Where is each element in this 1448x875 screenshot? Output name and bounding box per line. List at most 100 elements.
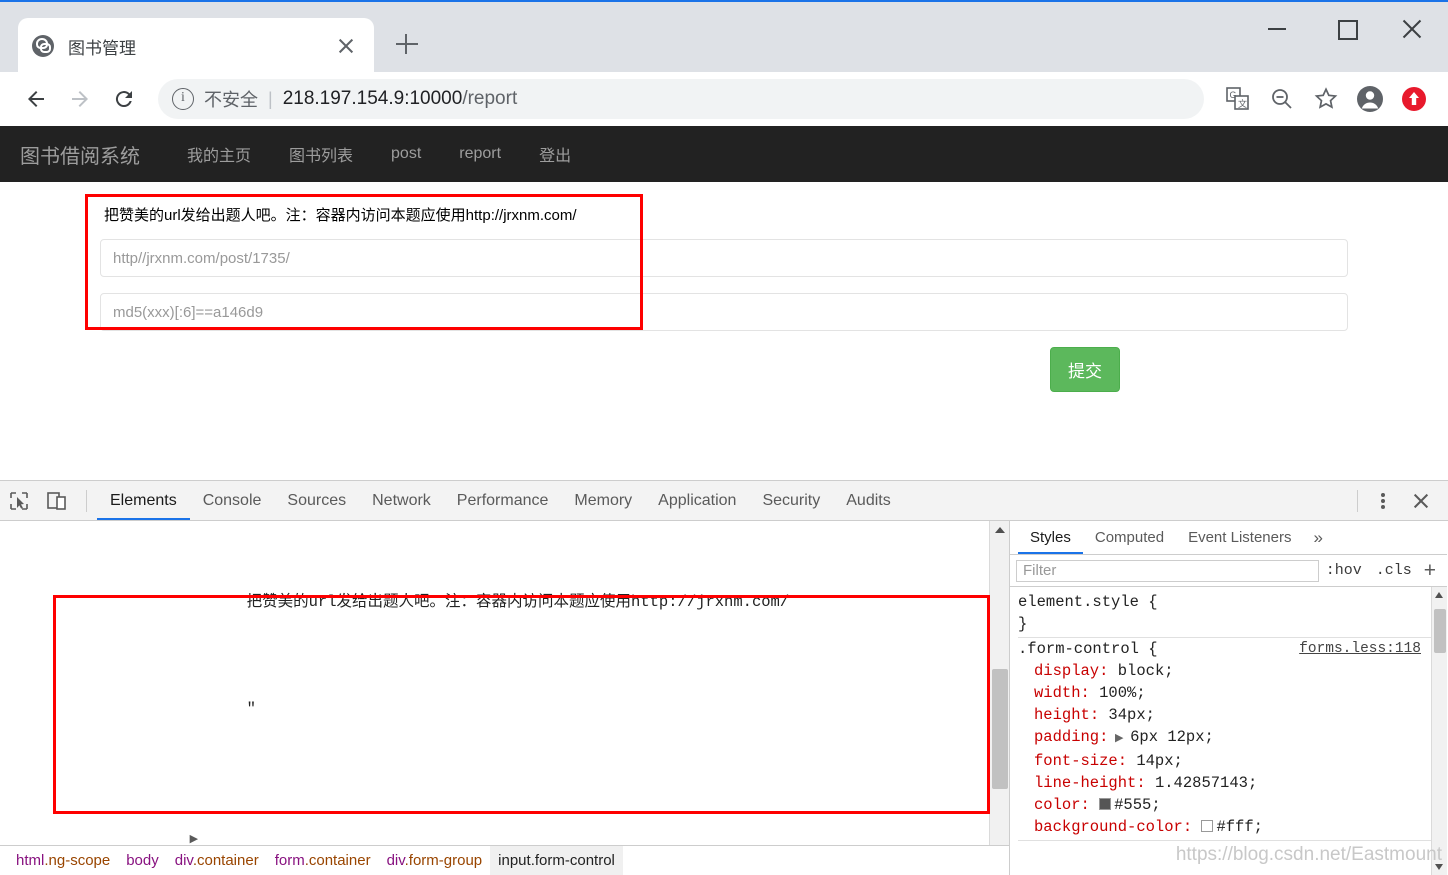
declaration-color[interactable]: color: #555; (1018, 794, 1447, 816)
address-bar[interactable]: 不安全 | 218.197.154.9:10000/report (158, 79, 1204, 119)
styles-scroll-down-icon[interactable] (1432, 859, 1447, 875)
declaration-height[interactable]: height: 34px; (1018, 704, 1447, 726)
scroll-up-arrow-icon[interactable] (990, 521, 1009, 539)
right-divider (1357, 490, 1358, 512)
devtools-close-icon[interactable] (1404, 486, 1438, 516)
tab-application[interactable]: Application (645, 481, 749, 520)
url-input[interactable] (100, 239, 1348, 277)
prop-name: color (1034, 796, 1081, 814)
declaration-background-color[interactable]: background-color: #fff; (1018, 816, 1447, 838)
window-maximize-button[interactable] (1312, 2, 1380, 56)
tab-sources[interactable]: Sources (274, 481, 359, 520)
styles-tabbar: Styles Computed Event Listeners » (1010, 521, 1447, 555)
browser-tab[interactable]: 图书管理 (18, 18, 374, 74)
tab-network[interactable]: Network (359, 481, 444, 520)
dom-tree-scrollbar[interactable] (989, 521, 1009, 875)
declaration-display[interactable]: display: block; (1018, 660, 1447, 682)
profile-avatar-icon[interactable] (1350, 79, 1390, 119)
rule-form-control[interactable]: forms.less:118 .form-control { display: … (1018, 638, 1447, 841)
tab-styles[interactable]: Styles (1018, 521, 1083, 554)
code-input[interactable] (100, 293, 1348, 331)
breadcrumb: html.ng-scope body div.container form.co… (0, 845, 1010, 875)
submit-button[interactable]: 提交 (1050, 347, 1120, 392)
crumb-class: .container (305, 852, 371, 869)
window-minimize-button[interactable] (1244, 2, 1312, 56)
back-button[interactable] (14, 77, 58, 121)
devtools-toolbar-right (1347, 486, 1448, 516)
tab-close-icon[interactable] (332, 32, 360, 60)
prop-name: height (1034, 706, 1090, 724)
dom-text-node-quote-line[interactable]: " (0, 678, 1009, 743)
breadcrumb-item-body[interactable]: body (118, 846, 167, 875)
tab-performance[interactable]: Performance (444, 481, 562, 520)
expand-shorthand-icon[interactable]: ▶ (1108, 733, 1130, 745)
prop-value: #555; (1114, 796, 1161, 814)
declaration-font-size[interactable]: font-size: 14px; (1018, 750, 1447, 772)
nav-link-post[interactable]: post (372, 145, 440, 163)
extension-icon[interactable] (1394, 79, 1434, 119)
color-swatch[interactable] (1201, 820, 1213, 832)
scrollbar-thumb[interactable] (992, 669, 1008, 789)
device-toolbar-icon[interactable] (38, 482, 76, 520)
crumb-class: .form-group (405, 852, 483, 869)
style-source-link[interactable]: forms.less:118 (1299, 638, 1447, 660)
new-tab-button[interactable] (392, 29, 422, 59)
tab-elements[interactable]: Elements (97, 481, 190, 520)
prop-value: block; (1118, 662, 1174, 680)
tab-audits[interactable]: Audits (833, 481, 903, 520)
address-separator: | (268, 89, 273, 110)
reload-button[interactable] (102, 77, 146, 121)
hov-toggle[interactable]: :hov (1319, 562, 1369, 579)
cls-toggle[interactable]: .cls (1369, 562, 1419, 579)
declaration-padding[interactable]: padding: ▶ 6px 12px; (1018, 726, 1447, 750)
styles-scroll-up-icon[interactable] (1432, 587, 1447, 603)
tab-computed[interactable]: Computed (1083, 521, 1176, 554)
nav-link-home[interactable]: 我的主页 (168, 142, 270, 166)
site-info-icon[interactable] (172, 88, 194, 110)
tab-event-listeners[interactable]: Event Listeners (1176, 521, 1303, 554)
rule-element-style[interactable]: element.style { } (1018, 591, 1447, 638)
browser-titlebar: 图书管理 (0, 0, 1448, 72)
dom-tree: 把赞美的url发给出题人吧。注：容器内访问本题应使用http://jrxnm.c… (0, 521, 1009, 875)
nav-link-logout[interactable]: 登出 (520, 142, 590, 166)
translate-icon[interactable]: G 文 (1218, 79, 1258, 119)
declaration-width[interactable]: width: 100%; (1018, 682, 1447, 704)
breadcrumb-item-div-formgroup[interactable]: div.form-group (379, 846, 491, 875)
color-swatch[interactable] (1099, 798, 1111, 810)
window-controls (1244, 2, 1448, 56)
zoom-out-icon[interactable] (1262, 79, 1302, 119)
tab-memory[interactable]: Memory (561, 481, 645, 520)
nav-link-booklist[interactable]: 图书列表 (270, 142, 372, 166)
breadcrumb-item-html[interactable]: html.ng-scope (8, 846, 118, 875)
element-style-close: } (1018, 613, 1447, 635)
styles-filter-input[interactable] (1016, 560, 1319, 582)
breadcrumb-item-input-formcontrol[interactable]: input.form-control (490, 846, 623, 875)
security-status-label: 不安全 (204, 86, 258, 112)
new-style-rule-button[interactable]: + (1419, 559, 1441, 583)
tab-console[interactable]: Console (190, 481, 275, 520)
globe-favicon-icon (32, 35, 54, 57)
devtools-tabbar: Elements Console Sources Network Perform… (0, 481, 1448, 521)
breadcrumb-item-form-container[interactable]: form.container (267, 846, 379, 875)
crumb-tag: div (175, 852, 193, 869)
styles-scrollbar[interactable] (1431, 587, 1447, 875)
dom-text-node-line[interactable]: 把赞美的url发给出题人吧。注：容器内访问本题应使用http://jrxnm.c… (0, 570, 1009, 635)
submit-row: 提交 (100, 347, 1348, 392)
element-style-selector: element.style { (1018, 591, 1447, 613)
navbar-brand[interactable]: 图书借阅系统 (20, 140, 140, 169)
rule-selector[interactable]: .form-control { (1018, 640, 1158, 658)
window-close-button[interactable] (1380, 2, 1448, 56)
tab-security[interactable]: Security (749, 481, 833, 520)
forward-button[interactable] (58, 77, 102, 121)
declaration-line-height[interactable]: line-height: 1.42857143; (1018, 772, 1447, 794)
inspect-element-icon[interactable] (0, 482, 38, 520)
prop-name: display (1034, 662, 1099, 680)
more-tabs-icon[interactable]: » (1303, 528, 1332, 548)
styles-scrollbar-thumb[interactable] (1434, 609, 1446, 653)
breadcrumb-item-div-container[interactable]: div.container (167, 846, 267, 875)
devtools-menu-icon[interactable] (1368, 486, 1398, 516)
bookmark-star-icon[interactable] (1306, 79, 1346, 119)
form-help-text: 把赞美的url发给出题人吧。注：容器内访问本题应使用http://jrxnm.c… (104, 204, 1348, 225)
nav-link-report[interactable]: report (440, 145, 520, 163)
styles-rules: element.style { } forms.less:118 .form-c… (1010, 587, 1447, 841)
